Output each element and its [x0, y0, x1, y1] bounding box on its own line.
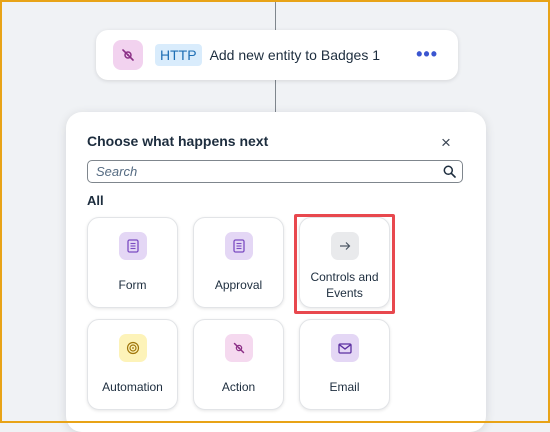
search-icon[interactable] [443, 165, 456, 183]
tile-approval[interactable]: Approval [193, 217, 284, 308]
panel-title: Choose what happens next [87, 133, 269, 149]
form-icon [119, 232, 147, 260]
email-icon [331, 334, 359, 362]
tile-label: Automation [102, 380, 163, 394]
close-icon[interactable]: × [441, 134, 455, 151]
tile-automation[interactable]: Automation [87, 319, 178, 410]
http-step-card[interactable]: HTTP Add new entity to Badges 1 ••• [96, 30, 458, 80]
action-icon [113, 40, 143, 70]
section-label-all: All [87, 193, 104, 208]
tile-email[interactable]: Email [299, 319, 390, 410]
next-step-panel: Choose what happens next × All Form [66, 112, 486, 432]
tile-label: Action [221, 380, 256, 394]
http-badge: HTTP [155, 44, 202, 66]
tile-form[interactable]: Form [87, 217, 178, 308]
flow-connector-top [275, 0, 276, 30]
search-field [87, 160, 463, 183]
flow-connector-middle [275, 80, 276, 112]
automation-icon [119, 334, 147, 362]
search-input[interactable] [88, 161, 436, 182]
tile-label: Email [329, 380, 360, 394]
highlight-box [294, 214, 395, 314]
tile-label: Form [118, 278, 147, 292]
tile-action[interactable]: Action [193, 319, 284, 410]
more-options-button[interactable]: ••• [416, 44, 438, 64]
action-icon [225, 334, 253, 362]
approval-icon [225, 232, 253, 260]
step-title: Add new entity to Badges 1 [209, 47, 381, 63]
tile-label: Approval [214, 278, 263, 292]
